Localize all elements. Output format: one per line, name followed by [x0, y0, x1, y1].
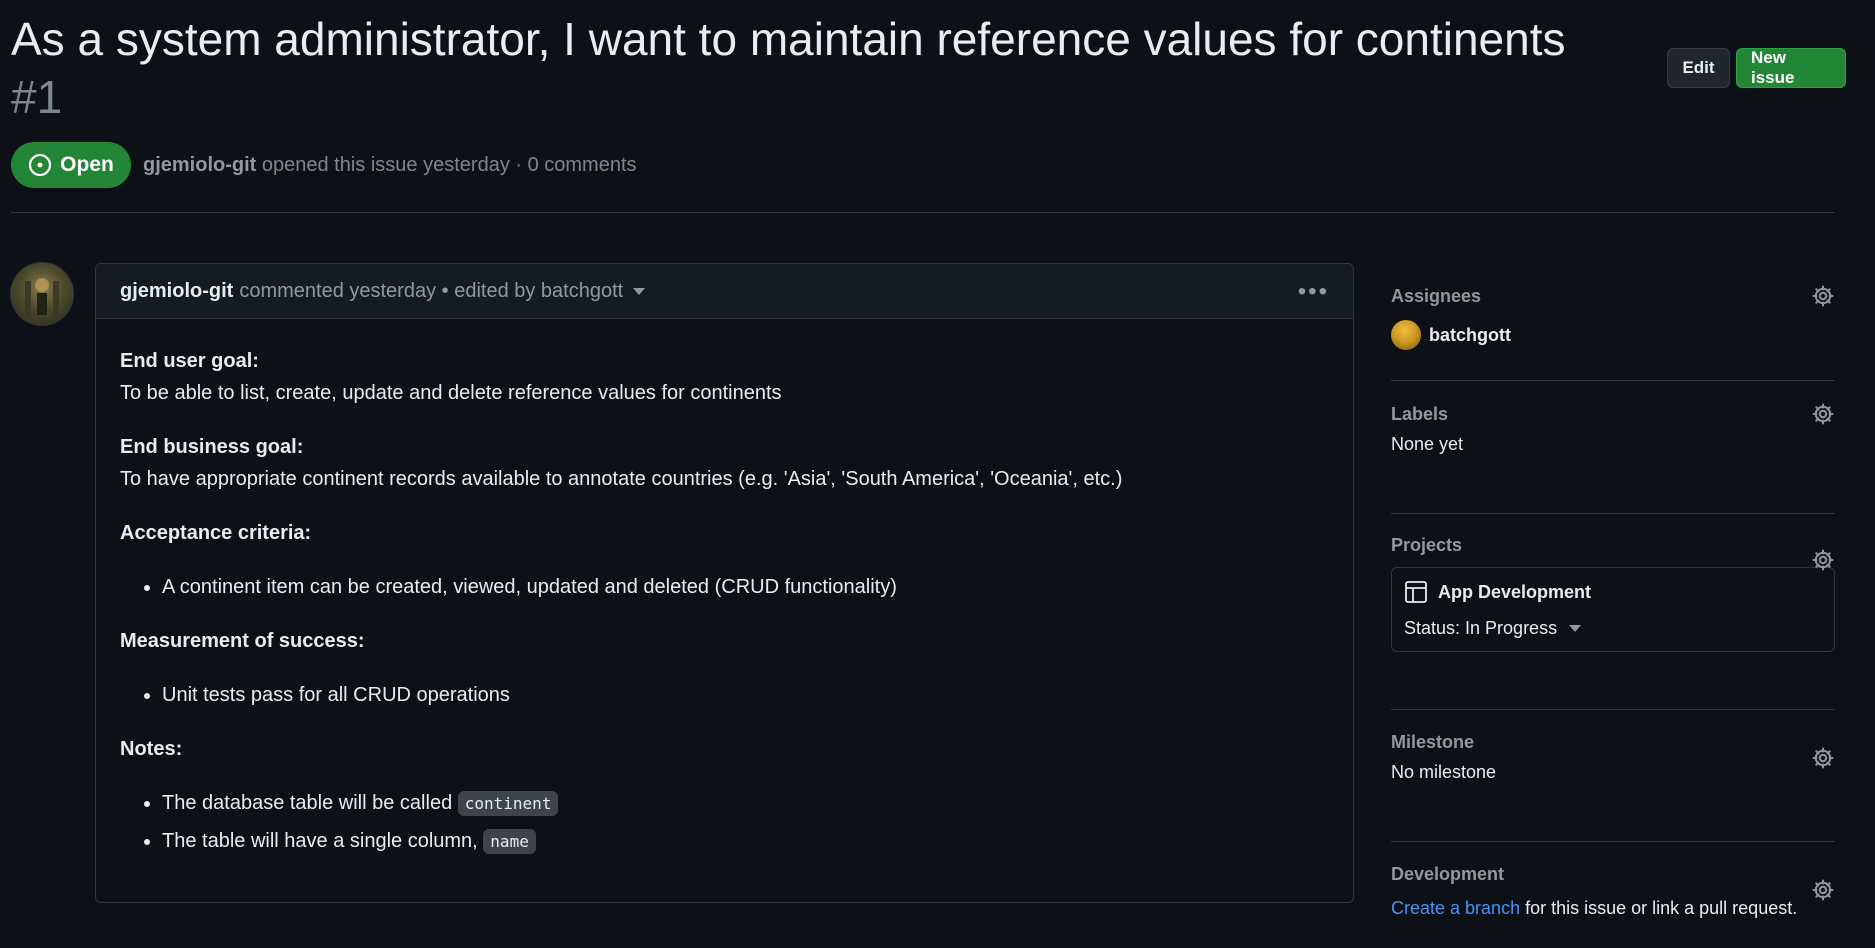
labels-section: Labels None yet — [1391, 398, 1835, 514]
chevron-down-icon — [1569, 625, 1582, 632]
inline-code: continent — [457, 791, 559, 816]
gear-icon[interactable] — [1811, 878, 1835, 902]
issue-title: As a system administrator, I want to mai… — [11, 10, 1635, 126]
projects-section: Projects App Development Status: In Prog… — [1391, 529, 1835, 710]
development-title[interactable]: Development — [1391, 858, 1835, 890]
gear-icon[interactable] — [1811, 284, 1835, 308]
list-item: Unit tests pass for all CRUD operations — [162, 679, 1329, 711]
milestone-section: Milestone No milestone — [1391, 726, 1835, 842]
gear-icon[interactable] — [1811, 746, 1835, 770]
project-card: App Development Status: In Progress — [1391, 567, 1835, 652]
note-text: The database table will be called — [162, 792, 453, 814]
avatar[interactable] — [10, 262, 74, 326]
success-heading: Measurement of success: — [120, 630, 365, 652]
comment-header: gjemiolo-git commented yesterday • edite… — [96, 264, 1353, 319]
issue-meta-text: gjemiolo-git opened this issue yesterday… — [143, 154, 637, 177]
gear-icon[interactable] — [1811, 548, 1835, 572]
issue-comment: gjemiolo-git commented yesterday • edite… — [95, 263, 1354, 903]
milestone-title[interactable]: Milestone — [1391, 726, 1835, 758]
issue-number: #1 — [11, 71, 63, 123]
milestone-value: No milestone — [1391, 762, 1497, 782]
acceptance-paragraph: Acceptance criteria: — [120, 517, 1329, 549]
list-item: The table will have a single column, nam… — [162, 825, 1329, 858]
development-rest: for this issue or link a pull request. — [1525, 898, 1798, 918]
goal-heading: End user goal: — [120, 350, 259, 372]
acceptance-heading: Acceptance criteria: — [120, 522, 312, 544]
create-branch-link[interactable]: Create a branch — [1391, 898, 1520, 918]
avatar-image-icon — [25, 278, 59, 321]
labels-title[interactable]: Labels — [1391, 398, 1835, 430]
business-paragraph: End business goal: To have appropriate c… — [120, 431, 1329, 495]
project-name: App Development — [1438, 581, 1592, 602]
assignees-title[interactable]: Assignees — [1391, 280, 1835, 312]
status-badge: Open — [11, 142, 131, 188]
labels-value: None yet — [1391, 434, 1464, 454]
header-actions: Edit New issue — [1667, 48, 1846, 88]
issue-header: As a system administrator, I want to mai… — [11, 10, 1846, 126]
comment-meta: commented yesterday • edited by batchgot… — [239, 279, 624, 302]
notes-list: The database table will be called contin… — [120, 787, 1329, 858]
goal-paragraph: End user goal: To be able to list, creat… — [120, 345, 1329, 409]
success-list: Unit tests pass for all CRUD operations — [120, 679, 1329, 711]
business-text: To have appropriate continent records av… — [120, 468, 1123, 490]
list-item: A continent item can be created, viewed,… — [162, 571, 1329, 603]
new-issue-button[interactable]: New issue — [1736, 48, 1846, 88]
comment-author-link[interactable]: gjemiolo-git — [120, 280, 233, 303]
kebab-menu-icon[interactable]: ••• — [1298, 278, 1329, 306]
note-text: The table will have a single column, — [162, 830, 478, 852]
issue-author-link[interactable]: gjemiolo-git — [143, 154, 256, 176]
issue-sidebar: Assignees batchgott Labels None yet Proj… — [1391, 280, 1835, 948]
project-status: Status: In Progress — [1404, 618, 1558, 638]
project-status-dropdown[interactable]: Status: In Progress — [1404, 618, 1822, 639]
edit-history-dropdown-icon[interactable] — [633, 287, 646, 295]
edit-button[interactable]: Edit — [1667, 48, 1730, 88]
acceptance-list: A continent item can be created, viewed,… — [120, 571, 1329, 603]
development-text: Create a branch for this issue or link a… — [1391, 898, 1835, 919]
list-item: The database table will be called contin… — [162, 787, 1329, 820]
project-link[interactable]: App Development — [1404, 580, 1822, 604]
comment-body: End user goal: To be able to list, creat… — [96, 319, 1353, 906]
issue-opened-icon — [29, 153, 52, 177]
avatar — [1391, 320, 1421, 350]
notes-paragraph: Notes: — [120, 733, 1329, 765]
goal-text: To be able to list, create, update and d… — [120, 382, 782, 404]
status-label: Open — [60, 153, 114, 176]
assignee-item[interactable]: batchgott — [1391, 320, 1835, 350]
issue-meta-detail: opened this issue yesterday · 0 comments — [261, 153, 637, 176]
header-divider — [11, 212, 1835, 213]
development-section: Development Create a branch for this iss… — [1391, 858, 1835, 948]
issue-title-text: As a system administrator, I want to mai… — [11, 13, 1566, 65]
issue-meta: Open gjemiolo-git opened this issue yest… — [11, 142, 637, 188]
notes-heading: Notes: — [120, 738, 183, 760]
success-paragraph: Measurement of success: — [120, 625, 1329, 657]
assignee-name: batchgott — [1429, 324, 1511, 345]
projects-title[interactable]: Projects — [1391, 529, 1835, 561]
table-icon — [1405, 581, 1427, 603]
business-heading: End business goal: — [120, 436, 304, 458]
gear-icon[interactable] — [1811, 402, 1835, 426]
assignees-section: Assignees batchgott — [1391, 280, 1835, 381]
inline-code: name — [483, 829, 536, 854]
